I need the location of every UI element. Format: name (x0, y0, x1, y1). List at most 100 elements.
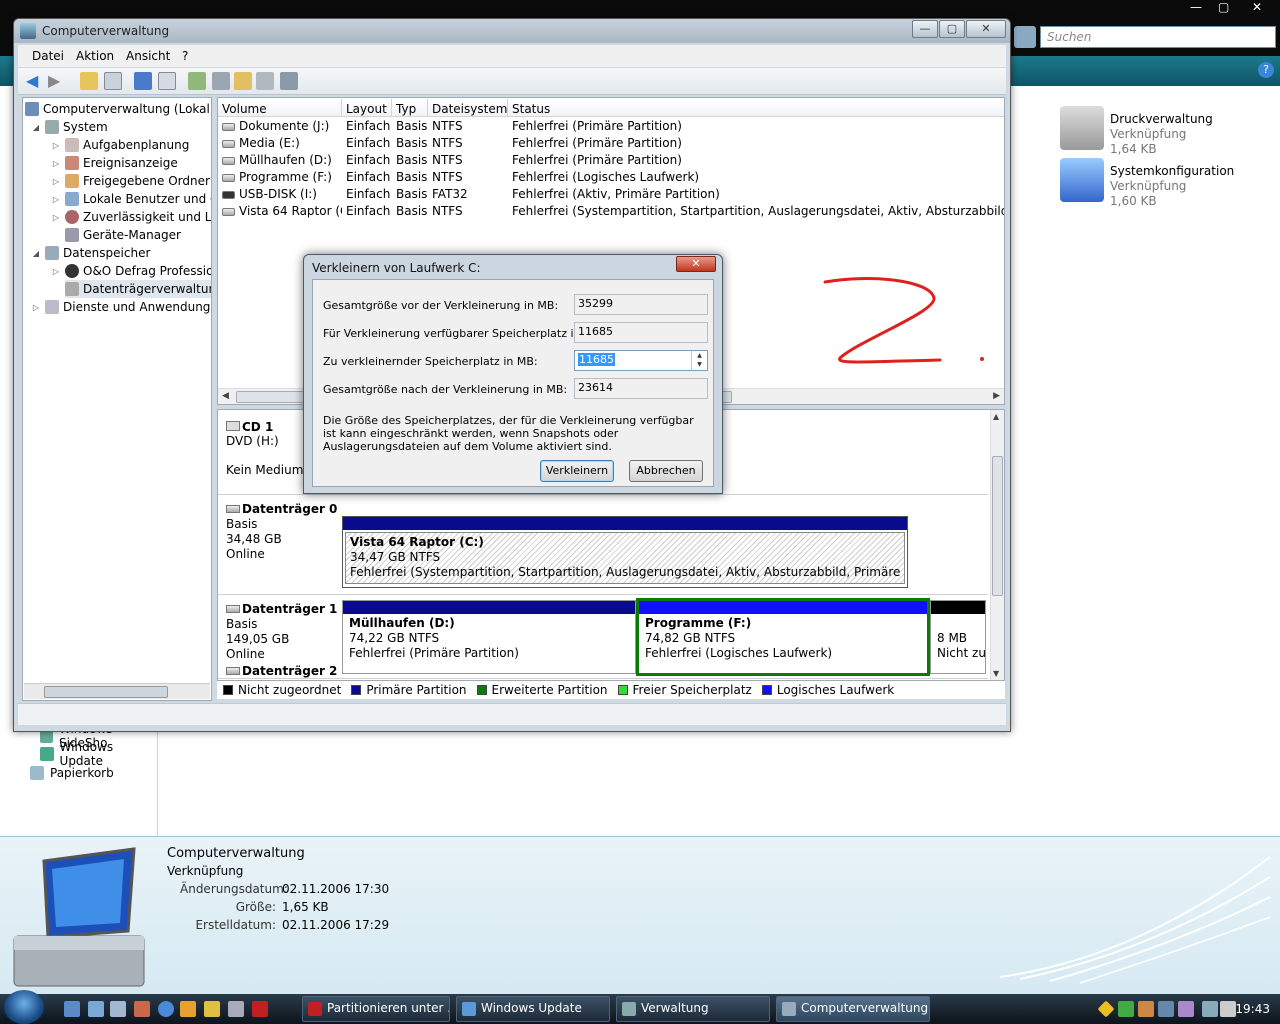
quicklaunch-icon[interactable] (228, 1001, 244, 1017)
maximize-button[interactable]: ▢ (939, 20, 965, 38)
expand-arrow-icon[interactable]: ▷ (51, 141, 61, 150)
tree-item-reliability[interactable]: ▷ Zuverlässigkeit und Leis (51, 208, 211, 226)
up-folder-icon[interactable] (80, 72, 98, 90)
taskbar-button-verwaltung[interactable]: Verwaltung (616, 996, 770, 1022)
tray-icon[interactable] (1158, 1001, 1174, 1017)
tray-icon[interactable] (1178, 1001, 1194, 1017)
table-row[interactable]: USB-DISK (I:) Einfach Basis FAT32 Fehler… (218, 186, 1004, 203)
scroll-down-icon[interactable]: ▼ (993, 669, 999, 678)
expand-arrow-icon[interactable]: ▷ (51, 267, 61, 276)
expand-arrow-icon[interactable]: ▷ (51, 159, 61, 168)
tray-icon[interactable] (1118, 1001, 1134, 1017)
scroll-up-icon[interactable]: ▲ (993, 412, 999, 421)
disk-label-1[interactable]: Datenträger 1 Basis 149,05 GB Online (226, 602, 337, 662)
spin-up-icon[interactable]: ▲ (692, 351, 707, 360)
scroll-left-icon[interactable]: ◀ (222, 391, 229, 401)
spin-buttons[interactable]: ▲ ▼ (691, 351, 707, 370)
column-header-dateisystem[interactable]: Dateisystem (428, 99, 508, 117)
shrink-button[interactable]: Verkleinern (540, 460, 614, 482)
refresh-icon[interactable] (188, 72, 206, 90)
tree-item-root[interactable]: Computerverwaltung (Lokal) (25, 100, 211, 118)
tree-item-services[interactable]: ▷ Dienste und Anwendungen (31, 298, 211, 316)
start-button[interactable] (4, 990, 44, 1024)
expand-arrow-icon[interactable]: ▷ (51, 195, 61, 204)
tree-item-local-users[interactable]: ▷ Lokale Benutzer und Gr (51, 190, 211, 208)
dialog-close-button[interactable]: ✕ (676, 256, 716, 272)
tree-horizontal-scrollbar[interactable] (24, 683, 210, 699)
table-row[interactable]: Dokumente (J:) Einfach Basis NTFS Fehler… (218, 118, 1004, 135)
shortcut-print-management[interactable]: Druckverwaltung Verknüpfung 1,64 KB (1050, 100, 1280, 156)
help-pane-icon[interactable] (158, 72, 176, 90)
tree-item-defrag[interactable]: ▷ O&O Defrag Profession (51, 262, 211, 280)
table-row[interactable]: Vista 64 Raptor (C:) Einfach Basis NTFS … (218, 203, 1004, 220)
menu-ansicht[interactable]: Ansicht (126, 49, 170, 63)
partition-d[interactable]: Müllhaufen (D:) 74,22 GB NTFS Fehlerfrei… (342, 600, 636, 674)
media-player-icon[interactable] (180, 1001, 196, 1017)
disk-panel-vertical-scrollbar[interactable]: ▲ ▼ (990, 410, 1004, 680)
open-icon[interactable] (234, 72, 252, 90)
disk-label-cd[interactable]: CD 1 DVD (H:) Kein Medium (226, 420, 303, 477)
refresh-icon[interactable] (1014, 26, 1036, 48)
volume-icon[interactable] (1220, 1001, 1236, 1017)
expand-arrow-icon[interactable]: ▷ (31, 303, 41, 312)
partition-c[interactable]: Vista 64 Raptor (C:) 34,47 GB NTFS Fehle… (342, 516, 908, 588)
clock[interactable]: 19:43 (1235, 1002, 1270, 1016)
settings-icon[interactable] (280, 72, 298, 90)
column-header-status[interactable]: Status (508, 99, 1004, 117)
column-header-typ[interactable]: Typ (392, 99, 428, 117)
show-tree-icon[interactable] (104, 72, 122, 90)
expand-arrow-icon[interactable]: ▷ (51, 177, 61, 186)
export-icon[interactable] (212, 72, 230, 90)
taskbar-button-partitionieren[interactable]: Partitionieren unter ... (302, 996, 450, 1022)
taskbar-button-windows-update[interactable]: Windows Update (456, 996, 610, 1022)
tree-item-disk-management[interactable]: Datenträgerverwaltung (65, 280, 211, 298)
help-icon[interactable]: ? (1258, 62, 1274, 78)
table-row[interactable]: Programme (F:) Einfach Basis NTFS Fehler… (218, 169, 1004, 186)
window-titlebar[interactable]: Computerverwaltung — ▢ ✕ (14, 19, 1010, 43)
nav-item-recycle-bin[interactable]: Papierkorb (30, 764, 114, 782)
computer-icon[interactable] (110, 1001, 126, 1017)
tree-item-shared-folders[interactable]: ▷ Freigegebene Ordner (51, 172, 210, 190)
tree-item-task-scheduler[interactable]: ▷ Aufgabenplanung (51, 136, 189, 154)
disk-label-2[interactable]: Datenträger 2 (226, 664, 337, 678)
browser-icon[interactable] (158, 1001, 174, 1017)
switch-windows-icon[interactable] (88, 1001, 104, 1017)
expand-arrow-icon[interactable]: ▷ (51, 213, 61, 222)
menu-aktion[interactable]: Aktion (76, 49, 114, 63)
show-desktop-icon[interactable] (64, 1001, 80, 1017)
cancel-button[interactable]: Abbrechen (629, 460, 703, 482)
table-row[interactable]: Müllhaufen (D:) Einfach Basis NTFS Fehle… (218, 152, 1004, 169)
shortcut-system-config[interactable]: Systemkonfiguration Verknüpfung 1,60 KB (1050, 152, 1280, 208)
opera-icon[interactable] (252, 1001, 268, 1017)
background-window-caption-buttons[interactable]: — ▢ ✕ (1184, 0, 1280, 16)
quicklaunch-icon[interactable] (204, 1001, 220, 1017)
collapse-arrow-icon[interactable]: ◢ (31, 123, 41, 132)
column-header-layout[interactable]: Layout (342, 99, 392, 117)
search-icon[interactable] (256, 72, 274, 90)
collapse-arrow-icon[interactable]: ◢ (31, 249, 41, 258)
partition-f[interactable]: Programme (F:) 74,82 GB NTFS Fehlerfrei … (636, 598, 930, 676)
spin-down-icon[interactable]: ▼ (692, 360, 707, 369)
minimize-button[interactable]: — (912, 20, 938, 38)
quicklaunch-icon[interactable] (134, 1001, 150, 1017)
tree-item-system[interactable]: ◢ System (31, 118, 108, 136)
scroll-thumb[interactable] (992, 456, 1003, 596)
scroll-thumb[interactable] (44, 686, 168, 698)
close-button[interactable]: ✕ (966, 20, 1006, 38)
partition-unallocated[interactable]: 8 MB Nicht zu (930, 600, 986, 674)
nav-item-windows-update[interactable]: Windows Update (40, 740, 157, 768)
disk-label-0[interactable]: Datenträger 0 Basis 34,48 GB Online (226, 502, 337, 562)
menu-help[interactable]: ? (182, 49, 188, 63)
back-icon[interactable]: ◀ (26, 72, 44, 90)
column-header-volume[interactable]: Volume (218, 99, 342, 117)
tree-item-event-viewer[interactable]: ▷ Ereignisanzeige (51, 154, 178, 172)
tray-icon[interactable] (1097, 1000, 1115, 1018)
network-icon[interactable] (1202, 1001, 1218, 1017)
scroll-right-icon[interactable]: ▶ (993, 391, 1000, 401)
properties-icon[interactable] (134, 72, 152, 90)
tree-item-storage[interactable]: ◢ Datenspeicher (31, 244, 150, 262)
menu-datei[interactable]: Datei (32, 49, 64, 63)
tree-item-device-manager[interactable]: Geräte-Manager (65, 226, 181, 244)
forward-icon[interactable]: ▶ (48, 72, 66, 90)
tray-icon[interactable] (1138, 1001, 1154, 1017)
